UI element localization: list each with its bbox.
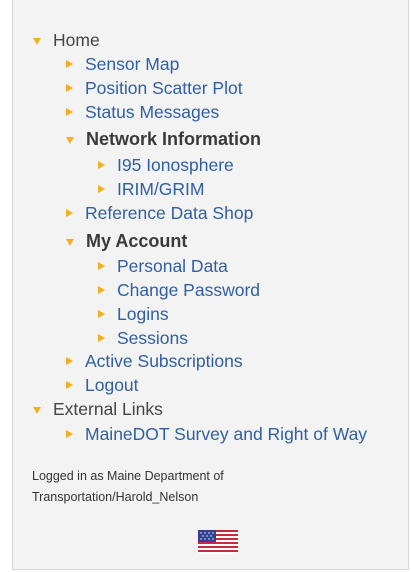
menu-item-label: My Account xyxy=(86,230,188,251)
menu-item-label: Home xyxy=(53,29,100,50)
menu-item-sensor-map[interactable]: Sensor Map xyxy=(66,52,179,76)
triangle-right-icon xyxy=(66,209,73,217)
menu-item-label: Sensor Map xyxy=(85,53,180,74)
login-status-line-2: Transportation/Harold_Nelson xyxy=(32,490,199,504)
menu-item-status-messages[interactable]: Status Messages xyxy=(66,100,219,124)
menu-item-position-scatter-plot[interactable]: Position Scatter Plot xyxy=(66,76,243,100)
menu-item-label: Active Subscriptions xyxy=(85,350,243,371)
triangle-down-icon xyxy=(66,238,74,246)
menu-item-label: IRIM/GRIM xyxy=(117,178,205,199)
triangle-down-icon xyxy=(33,406,41,414)
menu-item-sessions[interactable]: Sessions xyxy=(98,326,188,350)
menu-item-label: Logout xyxy=(85,374,139,395)
triangle-right-icon xyxy=(98,185,105,193)
menu-item-logout[interactable]: Logout xyxy=(66,373,139,397)
triangle-down-icon xyxy=(66,136,74,144)
triangle-right-icon xyxy=(98,310,105,318)
menu-item-label: Reference Data Shop xyxy=(85,202,254,223)
menu-item-external-links[interactable]: External Links xyxy=(33,397,163,421)
menu-item-label: MaineDOT Survey and Right of Way xyxy=(85,423,368,444)
menu-item-i95-ionosphere[interactable]: I95 Ionosphere xyxy=(98,153,234,177)
menu-item-network-information[interactable]: Network Information xyxy=(66,127,261,151)
menu-item-mainedot-survey[interactable]: MaineDOT Survey and Right of Way xyxy=(66,422,367,446)
triangle-down-icon xyxy=(33,37,41,45)
us-flag-icon[interactable] xyxy=(198,530,238,554)
triangle-right-icon xyxy=(98,334,105,342)
triangle-right-icon xyxy=(66,108,73,116)
menu-item-label: Position Scatter Plot xyxy=(85,77,243,98)
menu-item-active-subscriptions[interactable]: Active Subscriptions xyxy=(66,349,243,373)
menu-item-personal-data[interactable]: Personal Data xyxy=(98,254,228,278)
menu-item-irim-grim[interactable]: IRIM/GRIM xyxy=(98,177,205,201)
menu-item-change-password[interactable]: Change Password xyxy=(98,278,260,302)
triangle-right-icon xyxy=(66,357,73,365)
menu-item-label: Sessions xyxy=(117,327,189,348)
menu-item-home[interactable]: Home xyxy=(33,28,100,52)
triangle-right-icon xyxy=(98,262,105,270)
login-status: Logged in as Maine Department of Transpo… xyxy=(32,466,292,508)
menu-item-label: Status Messages xyxy=(85,101,220,122)
menu-item-reference-data-shop[interactable]: Reference Data Shop xyxy=(66,201,253,225)
menu-item-label: Personal Data xyxy=(117,255,228,276)
menu-item-label: External Links xyxy=(53,398,163,419)
navigation-panel: Home Sensor Map Position Scatter Plot St… xyxy=(12,0,409,570)
menu-item-label: Network Information xyxy=(86,128,262,149)
triangle-right-icon xyxy=(98,161,105,169)
login-status-line-1: Logged in as Maine Department of xyxy=(32,469,224,483)
menu-item-label: I95 Ionosphere xyxy=(117,154,234,175)
menu-item-logins[interactable]: Logins xyxy=(98,302,169,326)
triangle-right-icon xyxy=(66,381,73,389)
triangle-right-icon xyxy=(66,84,73,92)
triangle-right-icon xyxy=(98,286,105,294)
triangle-right-icon xyxy=(66,430,73,438)
us-flag-graphic xyxy=(198,530,238,554)
menu-item-label: Logins xyxy=(117,303,169,324)
menu-item-my-account[interactable]: My Account xyxy=(66,229,187,253)
triangle-right-icon xyxy=(66,60,73,68)
menu-item-label: Change Password xyxy=(117,279,260,300)
